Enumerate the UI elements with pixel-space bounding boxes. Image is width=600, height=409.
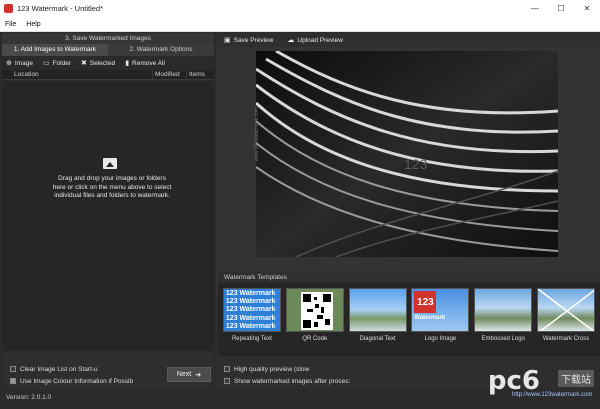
file-list-header: Location Modified Items <box>2 70 214 80</box>
add-image-label: Image <box>14 59 33 67</box>
add-folder-button[interactable]: ▭ Folder <box>42 59 72 68</box>
template-label: Logo Image <box>424 336 457 342</box>
repeat-line: 123 Watermark <box>225 298 276 306</box>
next-button[interactable]: Next ➔ <box>167 367 211 382</box>
template-thumb: 123 Watermark 123 Watermark 123 Watermar… <box>222 288 281 332</box>
template-label: Repeating Text <box>231 336 272 342</box>
upload-icon: ☁ <box>287 37 295 44</box>
preview-toolbar: ▣ Save Preview ☁ Upload Preview <box>216 33 600 47</box>
repeat-line: 123 Watermark <box>225 314 276 322</box>
version-text: Version: 2.0.1.0 <box>6 394 52 401</box>
save-preview-button[interactable]: ▣ Save Preview <box>224 36 274 45</box>
upload-preview-label: Upload Preview <box>297 36 343 44</box>
repeat-line: 123 Watermark <box>225 306 276 314</box>
svg-text:123: 123 <box>404 156 428 172</box>
remove-all-button[interactable]: ▮ Remove All <box>125 59 165 68</box>
menu-bar: File Help <box>0 17 600 32</box>
template-watermark-cross[interactable]: Watermark Cross <box>536 288 596 342</box>
clear-list-checkbox[interactable] <box>10 366 16 372</box>
left-options: Clear Image List on Start-u Use Image Co… <box>10 363 133 387</box>
template-label: Embossed Logo <box>481 336 525 342</box>
remove-all-label: Remove All <box>132 59 165 67</box>
right-panel: ▣ Save Preview ☁ Upload Preview 123 www.… <box>216 33 600 389</box>
logo-caption: Watermark <box>414 315 446 321</box>
tab-save-watermarked[interactable]: 3. Save Watermarked Images <box>2 33 214 44</box>
x-icon: ✖ <box>81 60 87 67</box>
logo-badge: 123 <box>414 291 437 313</box>
remove-selected-button[interactable]: ✖ Selected <box>81 59 116 68</box>
tab-row: 1. Add Images to Watermark 2. Watermark … <box>2 44 214 56</box>
tab-watermark-options[interactable]: 2. Watermark Options <box>108 44 214 56</box>
menu-help[interactable]: Help <box>21 21 45 28</box>
tab-add-images[interactable]: 1. Add Images to Watermark <box>2 44 108 56</box>
template-thumb <box>348 288 407 332</box>
folder-icon: ▭ <box>42 60 50 67</box>
template-thumb <box>474 288 533 332</box>
colour-info-label: Use Image Colour Information if Possib <box>20 377 134 385</box>
colour-info-option[interactable]: Use Image Colour Information if Possib <box>10 375 133 387</box>
template-strip: 123 Watermark 123 Watermark 123 Watermar… <box>218 283 600 347</box>
template-thumb: 123 Watermark <box>411 288 470 332</box>
next-label: Next <box>176 371 192 378</box>
colour-info-checkbox[interactable] <box>10 378 16 384</box>
template-label: Watermark Cross <box>542 336 590 342</box>
preview-image: 123 <box>256 51 558 257</box>
high-quality-label: High quality preview (slow <box>234 365 310 373</box>
plus-icon: ⊕ <box>6 60 12 67</box>
minimize-button[interactable]: — <box>522 0 548 17</box>
add-folder-label: Folder <box>52 59 72 67</box>
qr-code-icon <box>300 292 333 330</box>
image-toolbar: ⊕ Image ▭ Folder ✖ Selected ▮ Remove All <box>2 56 214 70</box>
template-label: QR Code <box>302 336 328 342</box>
window-title: 123 Watermark - Untitled* <box>17 4 104 13</box>
app-icon <box>4 4 13 13</box>
drop-instructions: Drag and drop your images or folders her… <box>52 175 172 199</box>
menu-file[interactable]: File <box>0 21 21 28</box>
template-repeating-text[interactable]: 123 Watermark 123 Watermark 123 Watermar… <box>222 288 282 342</box>
window-controls: — ☐ ✕ <box>522 0 600 17</box>
arrow-right-icon: ➔ <box>195 371 202 379</box>
preview-area: 123 www.123watermark.com <box>216 47 600 299</box>
template-embossed-logo[interactable]: Embossed Logo <box>473 288 533 342</box>
column-location[interactable]: Location <box>2 70 152 79</box>
column-items[interactable]: Items <box>186 70 214 79</box>
remove-selected-label: Selected <box>89 59 116 67</box>
template-thumb <box>537 288 596 332</box>
maximize-button[interactable]: ☐ <box>548 0 574 17</box>
show-after-label: Show watermarked images after proces: <box>234 377 351 385</box>
close-button[interactable]: ✕ <box>574 0 600 17</box>
template-diagonal-text[interactable]: Diagonal Text <box>348 288 408 342</box>
left-panel: 3. Save Watermarked Images 1. Add Images… <box>2 33 214 389</box>
save-preview-label: Save Preview <box>233 36 274 44</box>
right-options: High quality preview (slow Show watermar… <box>224 363 350 387</box>
templates-title: Watermark Templates <box>218 272 600 283</box>
clear-list-label: Clear Image List on Start-u <box>20 365 98 373</box>
template-logo-image[interactable]: 123 Watermark Logo Image <box>410 288 470 342</box>
show-after-option[interactable]: Show watermarked images after proces: <box>224 375 350 387</box>
high-quality-option[interactable]: High quality preview (slow <box>224 363 350 375</box>
site-tag: 下载站 <box>558 370 594 387</box>
template-qr-code[interactable]: QR Code <box>285 288 345 342</box>
repeat-line: 123 Watermark <box>225 322 276 330</box>
site-watermark: pc6 下载站 http://www.123watermark.com <box>440 360 600 406</box>
file-drop-area[interactable]: Drag and drop your images or folders her… <box>2 81 214 351</box>
title-bar: 123 Watermark - Untitled* — ☐ ✕ <box>0 0 600 17</box>
watermark-templates-panel: Watermark Templates 123 Watermark 123 Wa… <box>218 272 600 356</box>
cross-lines <box>538 289 595 331</box>
upload-preview-button[interactable]: ☁ Upload Preview <box>287 36 343 45</box>
high-quality-checkbox[interactable] <box>224 366 230 372</box>
repeat-line: 123 Watermark <box>225 290 276 297</box>
trash-icon: ▮ <box>125 60 130 67</box>
clear-list-option[interactable]: Clear Image List on Start-u <box>10 363 133 375</box>
add-image-button[interactable]: ⊕ Image <box>6 59 33 68</box>
show-after-checkbox[interactable] <box>224 378 230 384</box>
site-url: http://www.123watermark.com <box>512 392 593 398</box>
preview-watermark-text: www.123watermark.com <box>254 107 260 162</box>
template-thumb <box>285 288 344 332</box>
save-icon: ▣ <box>224 37 231 44</box>
column-modified[interactable]: Modified <box>152 70 186 79</box>
architecture-photo: 123 <box>256 51 558 257</box>
image-icon <box>103 158 117 169</box>
template-label: Diagonal Text <box>359 336 396 342</box>
